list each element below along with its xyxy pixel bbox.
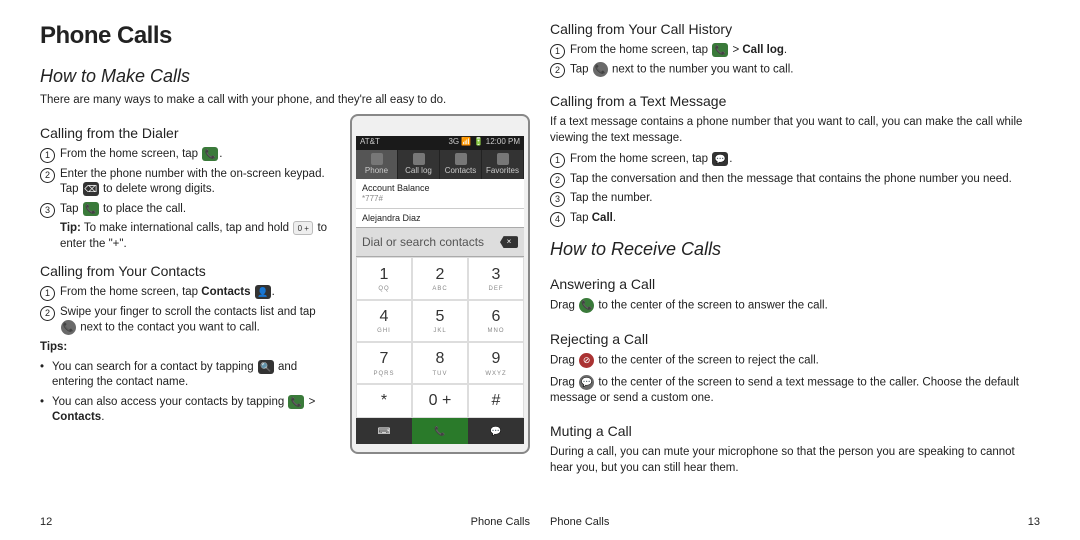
history-steps: From the home screen, tap 📞 > Call log. … (550, 43, 1040, 83)
heading-text-message: Calling from a Text Message (550, 92, 1040, 111)
dialer-step-2: Enter the phone number with the on-scree… (40, 167, 334, 198)
mute-text: During a call, you can mute your microph… (550, 445, 1040, 476)
dialer-steps: From the home screen, tap 📞. Enter the p… (40, 147, 334, 217)
phone-icon: 📞 (288, 395, 304, 409)
reject-icon: ⊘ (579, 353, 594, 368)
left-columns: Calling from the Dialer From the home sc… (40, 114, 530, 454)
key-2: 2ABC (412, 257, 468, 299)
heading-dialer: Calling from the Dialer (40, 124, 334, 143)
status-bar: AT&T 3G 📶 🔋 12:00 PM (356, 136, 524, 150)
key-4: 4GHI (356, 300, 412, 342)
call-icon: 📞 (83, 202, 99, 216)
tab-call-log: Call log (398, 150, 440, 179)
key-3: 3DEF (468, 257, 524, 299)
phone-screenshot: AT&T 3G 📶 🔋 12:00 PM Phone Call log Cont… (350, 114, 530, 454)
section-receive-calls: How to Receive Calls (550, 237, 1040, 261)
footer-left: 12 Phone Calls (40, 515, 530, 530)
history-step-1: From the home screen, tap 📞 > Call log. (550, 43, 1040, 59)
textmsg-intro: If a text message contains a phone numbe… (550, 115, 1040, 146)
textmsg-step-1: From the home screen, tap 💬. (550, 152, 1040, 168)
key-hash: # (468, 384, 524, 418)
tab-contacts: Contacts (440, 150, 482, 179)
contacts-tip-2: You can also access your contacts by tap… (40, 395, 334, 426)
heading-contacts: Calling from Your Contacts (40, 262, 334, 281)
answer-text: Drag 📞 to the center of the screen to an… (550, 298, 1040, 314)
heading-answer: Answering a Call (550, 275, 1040, 294)
key-0: 0 + (412, 384, 468, 418)
textmsg-steps: From the home screen, tap 💬. Tap the con… (550, 152, 1040, 230)
search-icon: 🔍 (258, 360, 274, 374)
key-5: 5JKL (412, 300, 468, 342)
page-number: 13 (1028, 515, 1040, 530)
keyboard-icon: ⌨ (356, 418, 412, 444)
contacts-steps: From the home screen, tap Contacts 👤. Sw… (40, 285, 334, 336)
call-contact-icon: 📞 (61, 320, 76, 335)
tips-label: Tips: (40, 340, 334, 356)
contacts-icon: 👤 (255, 285, 271, 299)
contacts-step-1: From the home screen, tap Contacts 👤. (40, 285, 334, 301)
intro-text: There are many ways to make a call with … (40, 93, 530, 109)
account-row: Account Balance *777# (356, 179, 524, 209)
key-8: 8TUV (412, 342, 468, 384)
dial-search: Dial or search contacts × (356, 227, 524, 257)
dialer-tip: Tip: To make international calls, tap an… (60, 221, 334, 252)
page-number: 12 (40, 515, 52, 530)
call-icon: 📞 (593, 62, 608, 77)
answer-icon: 📞 (579, 298, 594, 313)
page-left: Phone Calls How to Make Calls There are … (30, 20, 540, 530)
backspace-icon: ⌫ (83, 182, 99, 196)
reject-sms-icon: 💬 (579, 375, 594, 390)
key-7: 7PQRS (356, 342, 412, 384)
left-text-column: Calling from the Dialer From the home sc… (40, 114, 334, 454)
sms-icon: 💬 (712, 152, 728, 166)
key-star: * (356, 384, 412, 418)
textmsg-step-4: Tap Call. (550, 211, 1040, 227)
keypad: 1QQ 2ABC 3DEF 4GHI 5JKL 6MNO 7PQRS 8TUV … (356, 257, 524, 418)
call-button-icon: 📞 (412, 418, 468, 444)
backspace-icon: × (500, 236, 518, 248)
dialer-step-1: From the home screen, tap 📞. (40, 147, 334, 163)
sms-icon: 💬 (468, 418, 524, 444)
key-6: 6MNO (468, 300, 524, 342)
page-right: Calling from Your Call History From the … (540, 20, 1050, 530)
heading-mute: Muting a Call (550, 422, 1040, 441)
footer-text: Phone Calls (471, 515, 530, 530)
textmsg-step-2: Tap the conversation and then the messag… (550, 172, 1040, 188)
key-1: 1QQ (356, 257, 412, 299)
heading-reject: Rejecting a Call (550, 330, 1040, 349)
contacts-tips: You can search for a contact by tapping … (40, 360, 334, 426)
tab-favorites: Favorites (482, 150, 524, 179)
page-title: Phone Calls (40, 20, 530, 52)
tab-phone: Phone (356, 150, 398, 179)
phone-icon: 📞 (202, 147, 218, 161)
history-step-2: Tap 📞 next to the number you want to cal… (550, 62, 1040, 78)
reject-text-1: Drag ⊘ to the center of the screen to re… (550, 353, 1040, 369)
footer-text: Phone Calls (550, 515, 609, 530)
phone-icon: 📞 (712, 43, 728, 57)
phone-tabs: Phone Call log Contacts Favorites (356, 150, 524, 179)
contacts-step-2: Swipe your finger to scroll the contacts… (40, 305, 334, 337)
textmsg-step-3: Tap the number. (550, 191, 1040, 207)
reject-text-2: Drag 💬 to the center of the screen to se… (550, 375, 1040, 407)
phone-bottom-bar: ⌨ 📞 💬 (356, 418, 524, 444)
section-make-calls: How to Make Calls (40, 64, 530, 88)
phone-frame: AT&T 3G 📶 🔋 12:00 PM Phone Call log Cont… (350, 114, 530, 454)
footer-right: Phone Calls 13 (550, 515, 1040, 530)
dialer-step-3: Tap 📞 to place the call. (40, 202, 334, 218)
key-9: 9WXYZ (468, 342, 524, 384)
contact-row: Alejandra Diaz (356, 209, 524, 227)
zero-key-icon: 0 + (293, 221, 313, 235)
contacts-tip-1: You can search for a contact by tapping … (40, 360, 334, 391)
heading-history: Calling from Your Call History (550, 20, 1040, 39)
